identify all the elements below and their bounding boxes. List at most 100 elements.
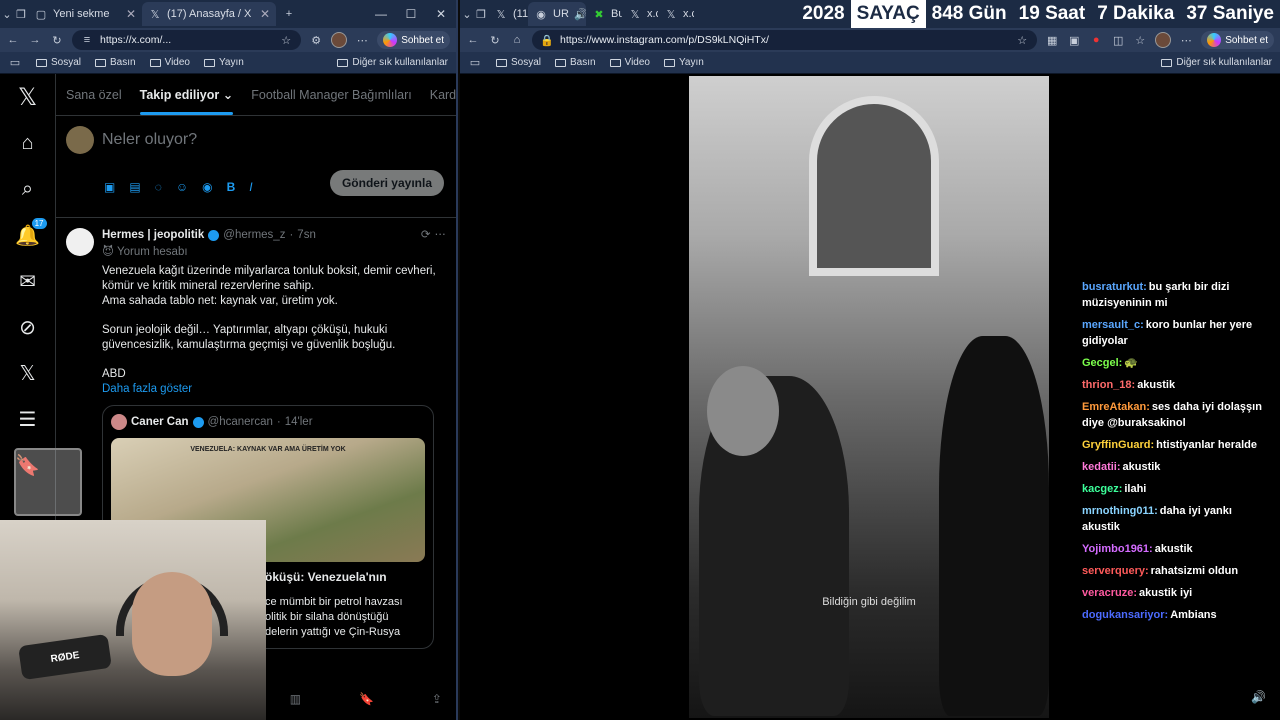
refresh-icon[interactable]: ↻ — [488, 33, 502, 47]
speaker-icon[interactable]: 🔊 — [574, 7, 586, 21]
reel-video[interactable]: Bildiğin gibi değilim — [689, 76, 1049, 718]
favorite-icon[interactable]: ☆ — [279, 33, 293, 47]
home-icon[interactable]: ⌂ — [15, 130, 41, 156]
back-icon[interactable]: ← — [466, 33, 480, 47]
bookmark-icon[interactable]: 🔖 — [359, 692, 374, 706]
lists-icon[interactable]: ☰ — [15, 406, 41, 432]
split-screen-icon[interactable]: ◫ — [1111, 33, 1125, 47]
extension-icon-1[interactable]: ▦ — [1045, 33, 1059, 47]
bookmarks-icon[interactable]: ▭ — [8, 56, 22, 70]
close-icon[interactable]: ✕ — [126, 7, 136, 21]
minimize-icon[interactable]: — — [366, 7, 396, 21]
workspaces-icon[interactable]: ❐ — [14, 7, 28, 21]
forward-icon[interactable]: → — [28, 33, 42, 47]
bookmark-folder-video[interactable]: Video — [609, 57, 650, 68]
tweet-time[interactable]: 7sn — [297, 228, 316, 243]
extension-icon-3[interactable]: ● — [1089, 33, 1103, 47]
quote-author-handle[interactable]: @hcanercan — [208, 415, 273, 430]
volume-icon[interactable]: 🔊 — [1251, 690, 1266, 704]
post-button[interactable]: Gönderi yayınla — [329, 170, 444, 196]
more-icon[interactable]: ⋯ — [355, 33, 369, 47]
bookmark-folder-basin[interactable]: Basın — [95, 57, 136, 68]
italic-icon[interactable]: I — [249, 180, 252, 194]
close-window-icon[interactable]: ✕ — [426, 7, 456, 21]
quote-line: delerin yattığı ve Çin-Rusya — [265, 626, 401, 638]
quote-author-name[interactable]: Caner Can — [131, 415, 189, 430]
chat-text: ilahi — [1124, 483, 1147, 495]
emoji-icon[interactable]: ☺ — [176, 180, 188, 194]
profile-avatar[interactable] — [331, 32, 348, 48]
favorites-icon[interactable]: ☆ — [1133, 33, 1147, 47]
new-tab-icon[interactable]: + — [282, 7, 296, 21]
tab-community-fm[interactable]: Football Manager Bağımlıları — [251, 88, 412, 102]
x-logo-icon[interactable]: 𝕏 — [15, 84, 41, 111]
gif-icon[interactable]: ▤ — [129, 180, 140, 194]
copilot-button[interactable]: Sohbet et — [1201, 31, 1274, 49]
messages-icon[interactable]: ✉ — [15, 268, 41, 294]
compose-input[interactable]: Neler oluyor? — [102, 131, 197, 149]
tab-for-you[interactable]: Sana özel — [66, 88, 122, 102]
author-name[interactable]: Hermes | jeopolitik — [102, 228, 204, 243]
grok-icon[interactable]: ◌ — [155, 180, 162, 194]
more-icon[interactable]: ⋯ — [435, 228, 447, 243]
bookmark-folder-other[interactable]: Diğer sık kullanılanlar — [1161, 57, 1272, 68]
extension-icon-2[interactable]: ▣ — [1067, 33, 1081, 47]
site-info-icon[interactable]: 🔒 — [540, 33, 554, 47]
premium-icon[interactable]: 𝕏 — [15, 360, 41, 386]
compose-box: Neler oluyor? ▣ ▤ ◌ ☺ ◉ B I Gönderi yayı… — [56, 116, 456, 218]
search-icon[interactable]: ⌕ — [15, 176, 41, 202]
maximize-icon[interactable]: ☐ — [396, 7, 426, 21]
tab-x-home[interactable]: 𝕏 (17) Anasayfa / X ✕ — [142, 2, 276, 26]
views-icon[interactable]: ▥ — [290, 692, 301, 706]
site-info-icon[interactable]: ≡ — [80, 33, 94, 47]
bookmark-folder-sosyal[interactable]: Sosyal — [496, 57, 541, 68]
extensions-icon[interactable]: ⚙ — [309, 33, 323, 47]
media-icon[interactable]: ▣ — [104, 180, 115, 194]
bookmark-label: Basın — [110, 57, 136, 68]
bookmark-label: Basın — [570, 57, 596, 68]
show-more-link[interactable]: Daha fazla göster — [102, 382, 446, 397]
tab-xc-2[interactable]: 𝕏x.c — [658, 2, 694, 26]
notifications-icon[interactable]: 🔔 17 — [15, 218, 47, 248]
bookmark-label: Sosyal — [51, 57, 82, 68]
tab-actions-icon[interactable]: ⌄ — [0, 7, 14, 21]
copilot-button[interactable]: Sohbet et — [377, 31, 450, 49]
profile-avatar[interactable] — [1155, 32, 1172, 48]
tab-x[interactable]: 𝕏 (11 — [488, 2, 528, 26]
back-icon[interactable]: ← — [6, 33, 20, 47]
location-icon[interactable]: ◉ — [202, 180, 212, 194]
url-field[interactable]: 🔒 https://www.instagram.com/p/DS9kLNQiHT… — [532, 30, 1038, 50]
avatar[interactable] — [111, 414, 127, 430]
tab-new[interactable]: ▢ Yeni sekme ✕ — [28, 2, 142, 26]
grok-icon[interactable]: ⊘ — [15, 314, 41, 340]
tab-community-more[interactable]: Karde — [430, 88, 456, 102]
tab-bu[interactable]: ✖ Bu — [586, 2, 622, 26]
tab-instagram[interactable]: ◉UR🔊✕ — [528, 2, 586, 26]
url-field[interactable]: ≡ https://x.com/... ☆ — [72, 30, 302, 50]
quote-time[interactable]: 14'ler — [285, 415, 313, 430]
tab-actions-icon[interactable]: ⌄ — [460, 7, 474, 21]
close-icon[interactable]: ✕ — [260, 7, 270, 21]
bookmark-folder-video[interactable]: Video — [149, 57, 190, 68]
right-browser-window: ⌄ ❐ 𝕏(11 ◉UR🔊✕ ✖Bu 𝕏x.c 𝕏x.c 2028 SAYAÇ … — [460, 0, 1280, 720]
bookmark-folder-other[interactable]: Diğer sık kullanılanlar — [337, 57, 448, 68]
workspaces-icon[interactable]: ❐ — [474, 7, 488, 21]
avatar[interactable] — [66, 126, 94, 154]
refresh-icon[interactable]: ↻ — [50, 33, 64, 47]
tab-following[interactable]: Takip ediliyor ⌄ — [139, 87, 233, 115]
chat-username: mersault_c: — [1082, 319, 1144, 331]
bookmark-folder-yayin[interactable]: Yayın — [204, 57, 244, 68]
grok-icon[interactable]: ⟳ — [421, 228, 431, 243]
avatar[interactable] — [66, 228, 94, 256]
share-icon[interactable]: ⇪ — [432, 692, 442, 706]
bold-icon[interactable]: B — [227, 180, 236, 194]
favorite-icon[interactable]: ☆ — [1015, 33, 1029, 47]
bookmarks-icon[interactable]: ▭ — [468, 56, 482, 70]
home-icon[interactable]: ⌂ — [510, 33, 524, 47]
bookmark-folder-yayin[interactable]: Yayın — [664, 57, 704, 68]
bookmark-folder-basin[interactable]: Basın — [555, 57, 596, 68]
author-handle[interactable]: @hermes_z — [223, 228, 285, 243]
bookmark-folder-sosyal[interactable]: Sosyal — [36, 57, 81, 68]
more-icon[interactable]: ⋯ — [1179, 33, 1193, 47]
tab-xc-1[interactable]: 𝕏x.c — [622, 2, 658, 26]
